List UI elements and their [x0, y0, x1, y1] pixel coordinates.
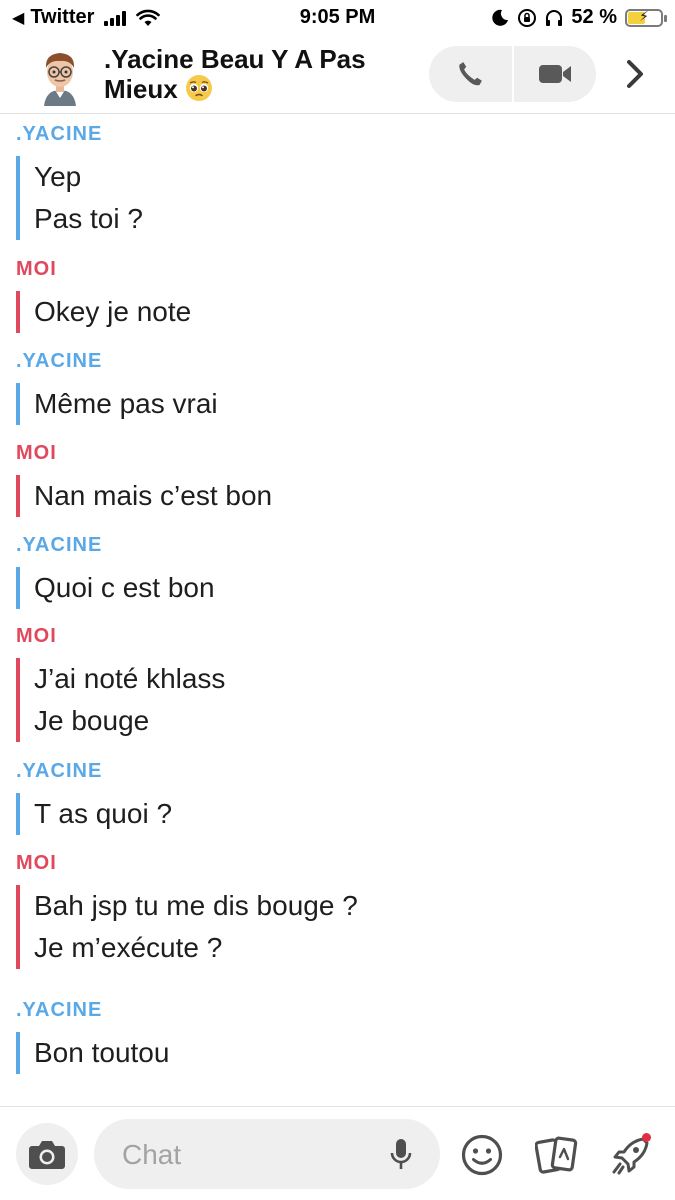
rocket-button[interactable] — [609, 1133, 653, 1177]
sender-name: .YACINE — [16, 534, 103, 556]
battery-icon: ⚡ — [625, 7, 667, 27]
camera-icon — [29, 1141, 65, 1169]
message-body: Bon toutou — [16, 1032, 656, 1074]
message-body: Okey je note — [16, 291, 656, 333]
sender-name: MOI — [16, 442, 57, 464]
message-group: .YACINE Quoi c est bon — [16, 533, 656, 609]
message-body: J’ai noté khlass Je bouge — [16, 658, 656, 742]
camera-button[interactable] — [16, 1123, 78, 1185]
message-text[interactable]: Bah jsp tu me dis bouge ? — [34, 885, 656, 927]
phone-icon — [459, 62, 483, 86]
video-call-button[interactable] — [514, 46, 597, 102]
message-group: MOI Nan mais c’est bon — [16, 441, 656, 517]
message-text[interactable]: Yep — [34, 156, 656, 198]
video-camera-icon — [538, 65, 571, 83]
sender-name: .YACINE — [16, 350, 103, 372]
charging-bolt-icon: ⚡ — [639, 7, 649, 24]
message-text[interactable]: Bon toutou — [34, 1032, 656, 1074]
message-group: .YACINE T as quoi ? — [16, 759, 656, 835]
message-group: .YACINE Même pas vrai — [16, 349, 656, 425]
smiley-icon — [461, 1134, 503, 1176]
message-text[interactable]: Je bouge — [34, 700, 656, 742]
sender-name: MOI — [16, 258, 57, 280]
orientation-lock-icon — [518, 8, 537, 27]
chat-input-container — [94, 1119, 440, 1189]
message-text[interactable]: J’ai noté khlass — [34, 658, 656, 700]
sender-name: .YACINE — [16, 123, 103, 145]
chat-input[interactable] — [120, 1134, 374, 1176]
cards-icon — [535, 1136, 578, 1174]
message-body: Yep Pas toi ? — [16, 156, 656, 240]
sender-name: .YACINE — [16, 999, 103, 1021]
sender-name: MOI — [16, 625, 57, 647]
chevron-right-icon[interactable] — [618, 56, 652, 92]
message-text[interactable]: Nan mais c’est bon — [34, 475, 656, 517]
voice-call-button[interactable] — [429, 46, 512, 102]
message-body: Nan mais c’est bon — [16, 475, 656, 517]
status-bar: ◀ Twitter 9:05 PM 52 % ⚡ — [0, 0, 675, 38]
notification-dot — [642, 1133, 651, 1142]
pleading-face-emoji-icon — [185, 75, 212, 101]
message-body: Bah jsp tu me dis bouge ? Je m’exécute ? — [16, 885, 656, 969]
avatar[interactable] — [30, 46, 90, 106]
cards-button[interactable] — [535, 1133, 579, 1177]
moon-icon — [492, 9, 509, 26]
message-text[interactable]: T as quoi ? — [34, 793, 656, 835]
composer-bar — [0, 1106, 675, 1200]
message-text[interactable]: Quoi c est bon — [34, 567, 656, 609]
message-body: Même pas vrai — [16, 383, 656, 425]
message-body: Quoi c est bon — [16, 567, 656, 609]
battery-percent: 52 % — [571, 6, 617, 28]
message-group: MOI Bah jsp tu me dis bouge ? Je m’exécu… — [16, 851, 656, 969]
sender-name: .YACINE — [16, 760, 103, 782]
message-text[interactable]: Pas toi ? — [34, 198, 656, 240]
sender-name: MOI — [16, 852, 57, 874]
message-group: .YACINE Yep Pas toi ? — [16, 122, 656, 240]
message-group: MOI J’ai noté khlass Je bouge — [16, 624, 656, 742]
chat-header: .Yacine Beau Y A Pas Mieux — [0, 38, 675, 114]
emoji-button[interactable] — [460, 1133, 504, 1177]
message-text[interactable]: Okey je note — [34, 291, 656, 333]
message-group: MOI Okey je note — [16, 257, 656, 333]
microphone-button[interactable] — [384, 1137, 418, 1173]
headphones-icon — [546, 9, 563, 26]
message-body: T as quoi ? — [16, 793, 656, 835]
chat-title-text: .Yacine Beau Y A Pas Mieux — [104, 44, 366, 104]
call-actions — [429, 46, 596, 102]
message-text[interactable]: Même pas vrai — [34, 383, 656, 425]
microphone-icon — [390, 1139, 412, 1169]
message-text[interactable]: Je m’exécute ? — [34, 927, 656, 969]
chat-title[interactable]: .Yacine Beau Y A Pas Mieux — [104, 44, 404, 104]
message-group: .YACINE Bon toutou — [16, 998, 656, 1074]
